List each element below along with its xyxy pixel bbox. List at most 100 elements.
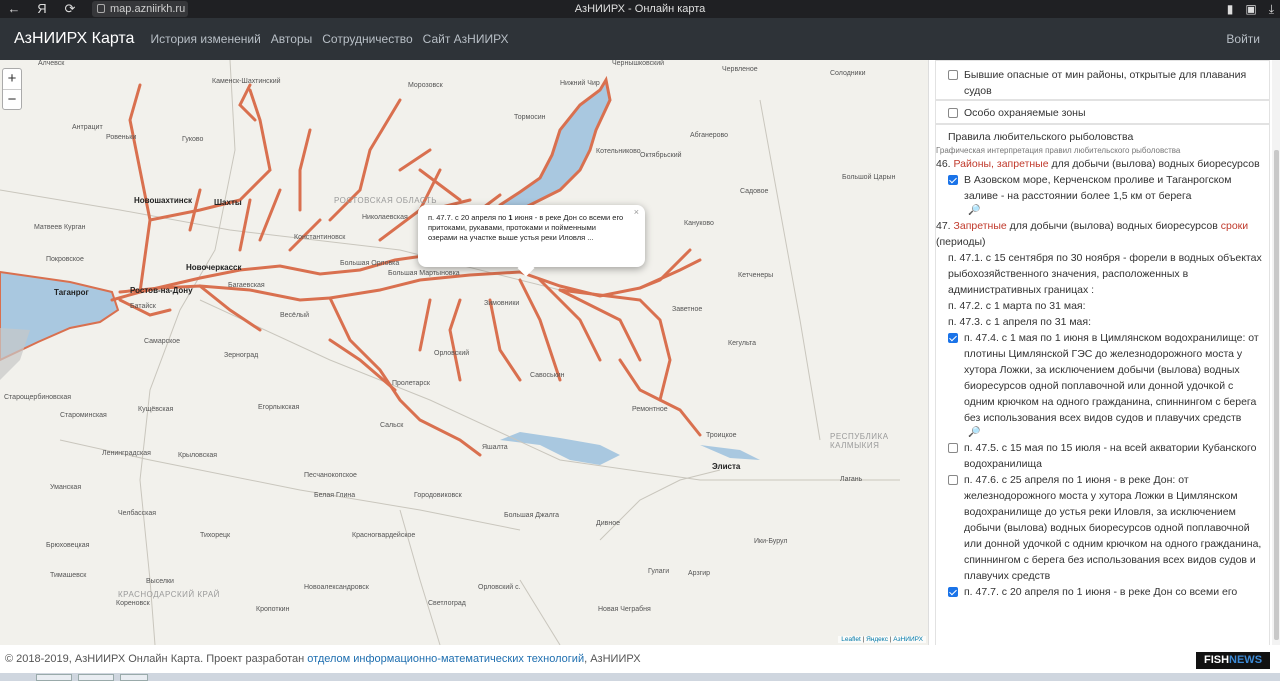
place-label: Большой Царын (842, 174, 896, 181)
place-label: Самарское (144, 338, 181, 345)
place-label: Садовое (740, 188, 769, 195)
place-label: Тимашевск (50, 572, 87, 579)
rules-subtitle: Графическая интерпретация правил любител… (936, 146, 1181, 155)
place-label: Тормосин (514, 114, 546, 121)
zoom-out-button[interactable]: − (3, 89, 21, 109)
zoom-control: + − (2, 68, 22, 110)
rule-47-heading: 47. Запретные для добычи (вылова) водных… (936, 218, 1263, 250)
place-label: Тихорецк (200, 532, 231, 539)
place-label: Ростов-на-Дону (130, 286, 193, 295)
map-popup: × п. 47.7. с 20 апреля по 1 июня - в рек… (418, 205, 645, 277)
place-label: Яшалта (482, 444, 508, 451)
place-label: Нижний Чир (560, 80, 600, 87)
rule-46-heading: 46. Районы, запретные для добычи (вылова… (936, 156, 1263, 172)
place-label: Челбасская (118, 510, 157, 517)
nav-link-history[interactable]: История изменений (150, 32, 260, 46)
brand-title[interactable]: АзНИИРХ Карта (0, 30, 150, 48)
place-label: Новоалександровск (304, 584, 369, 591)
layer-item-mines: Бывшие опасные от мин районы, открытые д… (935, 60, 1270, 100)
footer-text: © 2018-2019, АзНИИРХ Онлайн Карта. Проек… (5, 653, 308, 665)
place-label: Новочеркасск (186, 263, 242, 272)
download-icon[interactable]: ⤓ (1269, 0, 1274, 18)
place-label: Червленое (722, 66, 758, 73)
bookmark-icon[interactable]: ▮ (1227, 0, 1234, 18)
attribution-azniirkh-link[interactable]: АзНИИРХ (893, 636, 923, 643)
login-link[interactable]: Войти (1226, 32, 1260, 46)
search-icon[interactable]: 🔎 (968, 204, 1263, 218)
place-label: Большая Джалга (504, 512, 560, 519)
layer-label-mines: Бывшие опасные от мин районы, открытые д… (964, 69, 1247, 97)
rule-47-link[interactable]: Запретные (954, 220, 1007, 232)
place-label: Элиста (712, 462, 741, 471)
place-label: Батайск (130, 303, 156, 310)
place-label: Арзгир (688, 570, 711, 577)
place-label: Савоськин (530, 372, 565, 379)
place-label: Лагань (840, 476, 863, 483)
layer-item-protected: Особо охраняемые зоны (935, 100, 1270, 124)
layer-label-protected: Особо охраняемые зоны (964, 107, 1086, 119)
rule-47-4-checkbox[interactable] (948, 333, 958, 343)
extensions-icon[interactable]: ▣ (1245, 0, 1256, 18)
place-label: Ленинградская (102, 450, 151, 457)
place-label: Багаевская (228, 282, 265, 289)
rule-47-3: п. 47.3. с 1 апреля по 31 мая: (948, 316, 1092, 328)
place-label: Шахты (214, 198, 242, 207)
rule-47-text: для добычи (вылова) водных биоресурсов (1006, 220, 1221, 232)
rule-47-2: п. 47.2. с 1 марта по 31 мая: (948, 300, 1086, 312)
place-label: Песчанокопское (304, 472, 357, 479)
place-label: Кореновск (116, 600, 150, 607)
place-label: Уманская (50, 484, 82, 491)
place-label: Егорлыкская (258, 404, 300, 411)
popup-close-button[interactable]: × (634, 207, 639, 217)
panel-scrollbar-thumb[interactable] (1274, 150, 1279, 640)
place-label: Большая Орловка (340, 260, 400, 267)
place-label: Покровское (46, 256, 84, 263)
place-label: Кущёвская (138, 406, 174, 413)
place-label: Сальск (380, 422, 404, 429)
place-label: Зимовники (484, 300, 520, 307)
nav-link-cooperation[interactable]: Сотрудничество (322, 32, 412, 46)
nav-link-authors[interactable]: Авторы (271, 32, 312, 46)
rule-47-number: 47. (936, 220, 954, 232)
place-label: Кануково (684, 220, 714, 227)
place-label: Октябрьский (640, 152, 682, 159)
place-label: Константиновск (294, 234, 346, 241)
place-label: Городовиковск (414, 492, 462, 499)
nav-link-site[interactable]: Сайт АзНИИРХ (423, 32, 509, 46)
rule-47-6-checkbox[interactable] (948, 475, 958, 485)
rule-47-link-2[interactable]: сроки (1221, 220, 1248, 232)
taskbar-item[interactable] (36, 674, 72, 681)
zoom-in-button[interactable]: + (3, 69, 21, 89)
map-canvas[interactable]: + − Алчевск Каменск-Шахтинский Морозовск… (0, 60, 928, 645)
taskbar-item[interactable] (120, 674, 148, 681)
place-label: Кетченеры (738, 272, 774, 279)
place-label: Ремонтное (632, 406, 668, 413)
place-label: Каменск-Шахтинский (212, 78, 281, 85)
page-footer: © 2018-2019, АзНИИРХ Онлайн Карта. Проек… (0, 645, 1280, 673)
attribution-yandex-link[interactable]: Яндекс (866, 636, 888, 643)
rule-47-1: п. 47.1. с 15 сентября по 30 ноября - фо… (948, 252, 1262, 296)
place-label: Ики-Бурул (754, 538, 788, 545)
taskbar-item[interactable] (78, 674, 114, 681)
attribution-leaflet-link[interactable]: Leaflet (841, 636, 861, 643)
place-label: Ровеньки (106, 134, 137, 141)
layer-checkbox-mines[interactable] (948, 70, 958, 80)
mine-zone (0, 328, 30, 380)
rules-section: Правила любительского рыболовства Графич… (935, 124, 1270, 645)
layer-checkbox-protected[interactable] (948, 108, 958, 118)
rule-47-7-checkbox[interactable] (948, 587, 958, 597)
rule-46-item: В Азовском море, Керченском проливе и Та… (964, 174, 1232, 202)
rule-46-checkbox[interactable] (948, 175, 958, 185)
tab-title: АзНИИРХ - Онлайн карта (574, 3, 706, 15)
rule-46-link[interactable]: Районы, запретные (954, 158, 1049, 170)
place-label: Кропоткин (256, 606, 290, 613)
place-label: Староминская (60, 412, 107, 419)
panel-scrollbar[interactable] (1272, 60, 1280, 645)
rule-47-5-checkbox[interactable] (948, 443, 958, 453)
place-label: Пролетарск (392, 380, 430, 387)
search-icon[interactable]: 🔎 (968, 426, 1263, 440)
place-label: Котельниково (596, 148, 641, 155)
place-label: Антрацит (72, 124, 103, 131)
footer-link[interactable]: отделом информационно-математических тех… (307, 653, 584, 665)
place-label: Гулаги (648, 568, 670, 575)
